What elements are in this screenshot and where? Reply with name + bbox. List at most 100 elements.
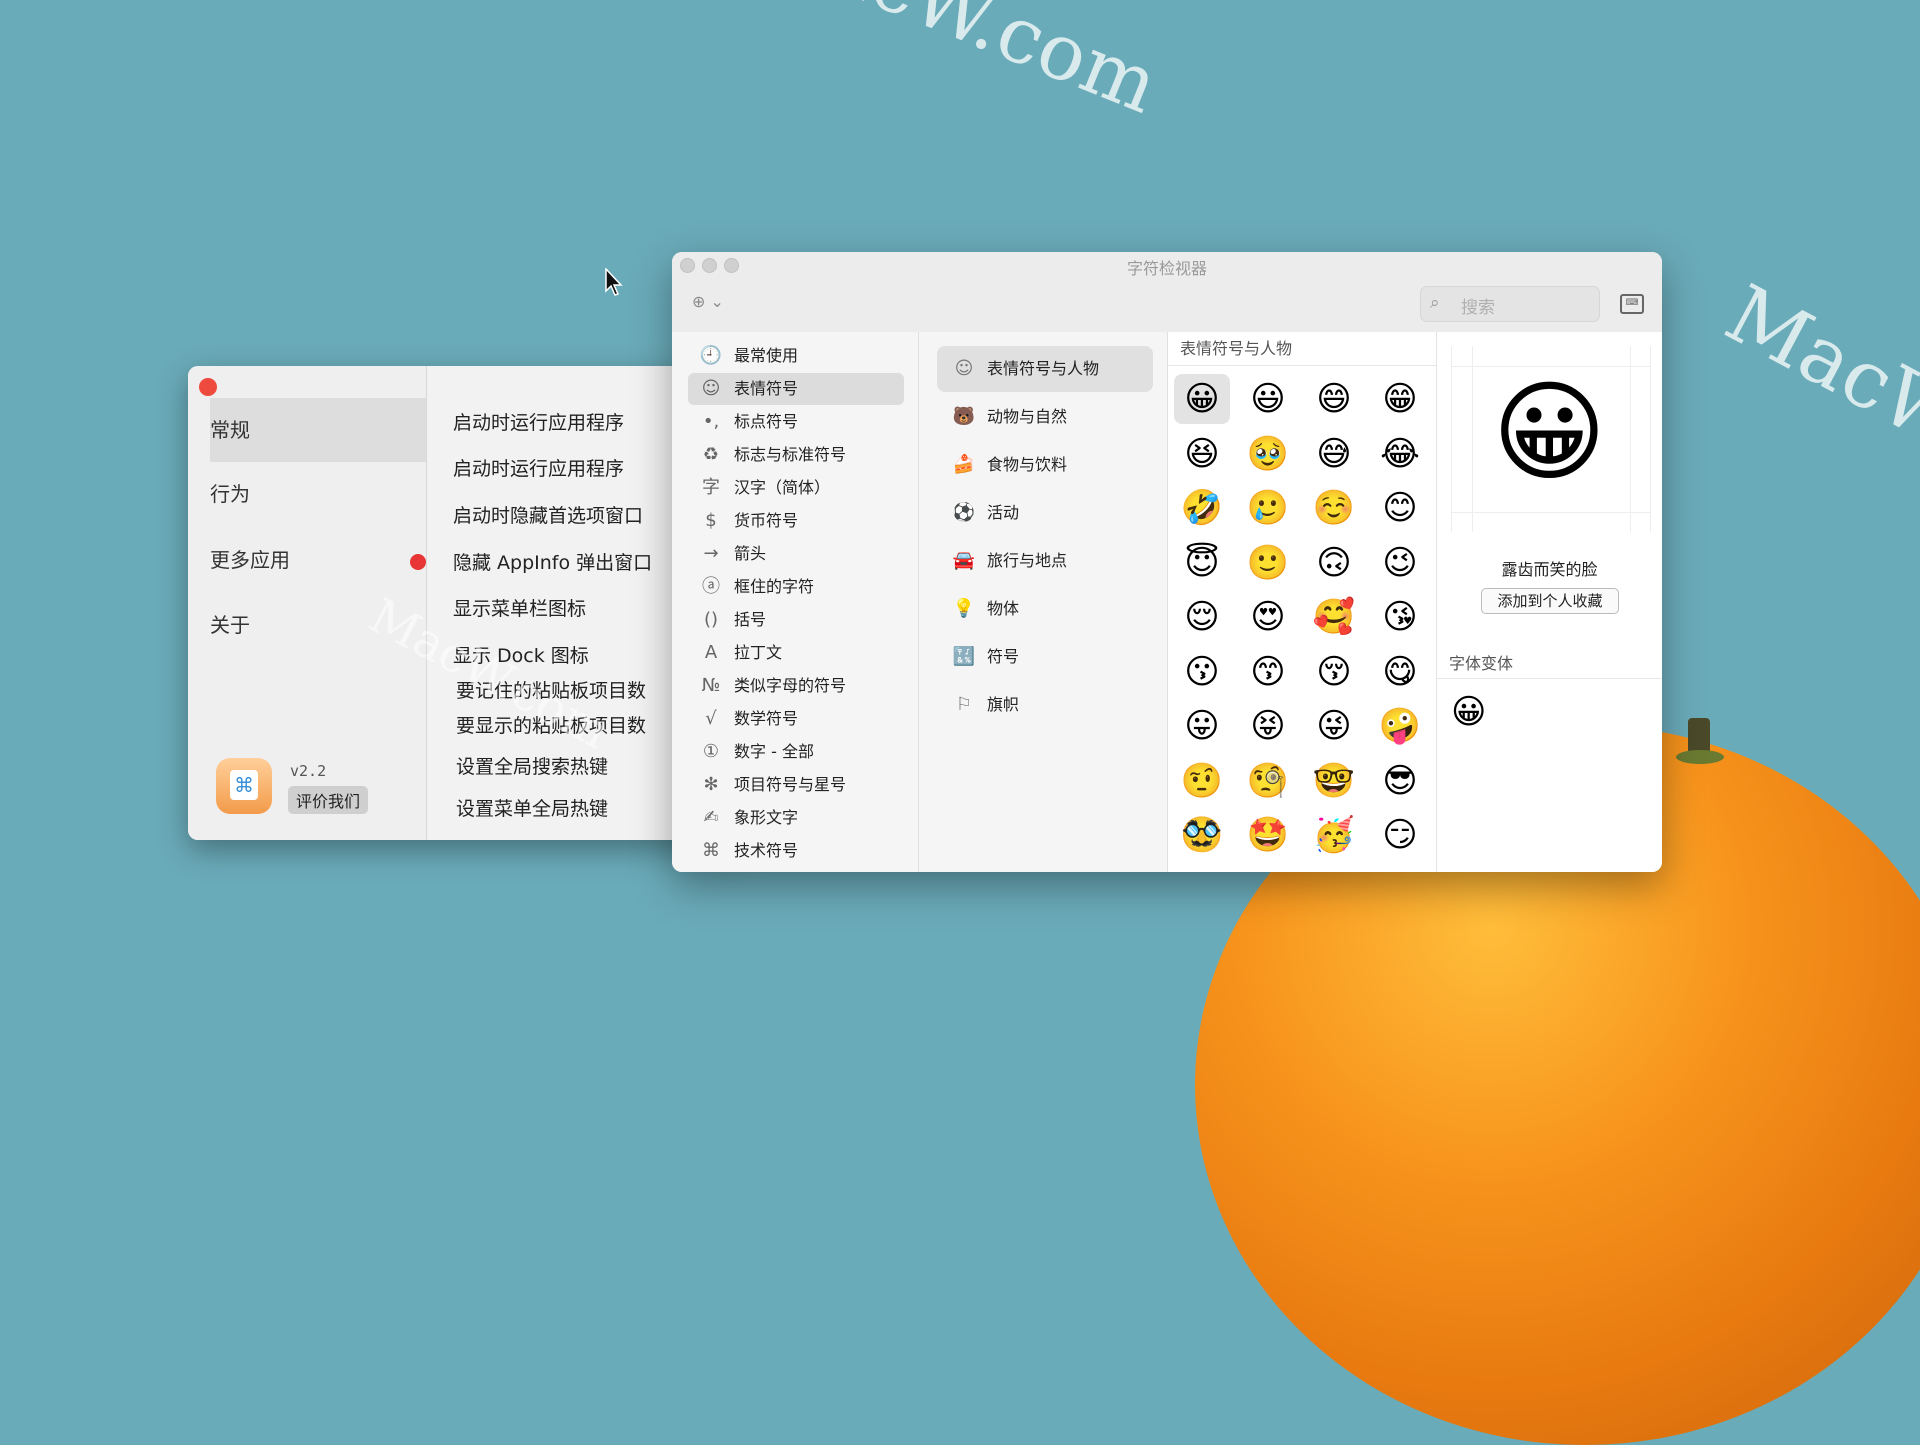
emoji-cell[interactable]: 😏 [1372, 810, 1428, 860]
subcategory-item[interactable]: 🔣 符号 [937, 634, 1153, 680]
subcategory-item[interactable]: 💡 物体 [937, 586, 1153, 632]
character-detail-pane: 😀 露齿而笑的脸 添加到个人收藏 字体变体 😀 [1437, 332, 1662, 872]
emoji-cell[interactable]: 😜 [1306, 701, 1362, 751]
emoji-cell[interactable]: ☺️ [1306, 483, 1362, 533]
emoji-cell[interactable]: 🤨 [1174, 756, 1230, 806]
subcategory-item[interactable]: 🍰 食物与饮料 [937, 442, 1153, 488]
character-name: 露齿而笑的脸 [1501, 560, 1598, 579]
recycle-icon: ♻ [702, 444, 720, 465]
emoji-cell[interactable]: 😛 [1174, 701, 1230, 751]
category-item[interactable]: ☺ 表情符号 [688, 373, 904, 405]
asterisk-icon: ✻ [703, 774, 719, 795]
option-label: 显示菜单栏图标 [453, 598, 587, 620]
emoji-cell[interactable]: 🥸 [1174, 810, 1230, 860]
category-label: 拉丁文 [734, 643, 783, 662]
emoji-cell[interactable]: 😍 [1240, 592, 1296, 642]
category-item[interactable]: ⓐ 框住的字符 [688, 571, 904, 603]
emoji-cell[interactable]: 😅 [1306, 429, 1362, 479]
search-field[interactable]: ⌕ 搜索 [1420, 286, 1600, 322]
category-item[interactable]: •, 标点符号 [688, 406, 904, 438]
emoji-cell[interactable]: 😆 [1174, 429, 1230, 479]
category-item[interactable]: √ 数学符号 [688, 703, 904, 735]
emoji-cell[interactable]: 🥲 [1240, 483, 1296, 533]
orange-stem-leaf [1676, 750, 1724, 764]
font-variant-item[interactable]: 😀 [1451, 692, 1486, 732]
emoji-cell[interactable]: 😃 [1240, 374, 1296, 424]
dollar-icon: $ [705, 510, 717, 531]
category-item[interactable]: ♻ 标志与标准符号 [688, 439, 904, 471]
emoji-cell[interactable]: 🧐 [1240, 756, 1296, 806]
emoji-cell[interactable]: 😇 [1174, 538, 1230, 588]
emoji-cell[interactable]: 😙 [1240, 647, 1296, 697]
category-label: 数学符号 [734, 709, 799, 728]
close-button[interactable] [199, 378, 217, 396]
emoji-cell[interactable]: 😘 [1372, 592, 1428, 642]
emoji-cell[interactable]: 😌 [1174, 592, 1230, 642]
hanzi-icon: 字 [702, 477, 720, 498]
subcategory-item[interactable]: 🐻 动物与自然 [937, 394, 1153, 440]
command-icon: ⌘ [702, 840, 720, 861]
smiley-icon: ☺ [701, 378, 721, 399]
emoji-cell[interactable]: 🥳 [1306, 810, 1362, 860]
emoji-cell[interactable]: 😄 [1306, 374, 1362, 424]
sidebar-item-more-apps[interactable]: 更多应用 [210, 528, 426, 592]
emoji-cell[interactable]: 🤪 [1372, 701, 1428, 751]
category-item[interactable]: ✍ 象形文字 [688, 802, 904, 834]
emoji-cell[interactable]: 🥰 [1306, 592, 1362, 642]
category-item[interactable]: () 括号 [688, 604, 904, 636]
watermark: MacW.c [1711, 266, 1920, 497]
subcategory-item[interactable]: 🚘 旅行与地点 [937, 538, 1153, 584]
character-viewer-window: 字符检视器 ⊕ ⌄ ⌕ 搜索 ⌨ 🕘 最常使用 ☺ 表情符号 •, 标点符号 ♻ 标志与标准符… [672, 252, 1662, 872]
emoji-cell[interactable]: 😁 [1372, 374, 1428, 424]
subcategory-list: ☺ 表情符号与人物 🐻 动物与自然 🍰 食物与饮料 ⚽ 活动 🚘 旅行与地点 💡 物体 🔣 符号 ⚐ 旗帜 [919, 332, 1168, 872]
search-placeholder: 搜索 [1461, 298, 1495, 318]
sidebar-item-behavior[interactable]: 行为 [210, 462, 426, 526]
category-label: 象形文字 [734, 808, 799, 827]
bear-icon: 🐻 [952, 406, 976, 427]
rate-us-button[interactable]: 评价我们 [288, 786, 369, 814]
category-label: 括号 [734, 610, 767, 629]
emoji-cell[interactable]: 😂 [1372, 429, 1428, 479]
category-item[interactable]: ⌘ 技术符号 [688, 835, 904, 867]
category-item[interactable]: 字汉字（简体） [688, 472, 904, 504]
category-item[interactable]: № 类似字母的符号 [688, 670, 904, 702]
subcategory-item[interactable]: ⚽ 活动 [937, 490, 1153, 536]
emoji-cell[interactable]: 😋 [1372, 647, 1428, 697]
emoji-cell[interactable]: 😚 [1306, 647, 1362, 697]
emoji-cell[interactable]: 🤓 [1306, 756, 1362, 806]
category-item[interactable]: 🕘 最常使用 [688, 340, 904, 372]
subcategory-item[interactable]: ⚐ 旗帜 [937, 682, 1153, 728]
category-item[interactable]: ✻ 项目符号与星号 [688, 769, 904, 801]
circled-one-icon: ① [702, 741, 720, 762]
option-label: 启动时隐藏首选项窗口 [453, 505, 644, 527]
emoji-cell[interactable]: 😉 [1372, 538, 1428, 588]
emoji-cell[interactable]: 🤣 [1174, 483, 1230, 533]
category-item[interactable]: $ 货币符号 [688, 505, 904, 537]
emoji-cell[interactable]: 😀 [1174, 374, 1230, 424]
category-item[interactable]: A 拉丁文 [688, 637, 904, 669]
pictograph-icon: ✍ [703, 807, 719, 828]
emoji-cell[interactable]: 😗 [1174, 647, 1230, 697]
emoji-cell[interactable]: 🤩 [1240, 810, 1296, 860]
action-menu-button[interactable]: ⊕ ⌄ [692, 292, 724, 311]
emoji-cell[interactable]: 😝 [1240, 701, 1296, 751]
divider [1437, 678, 1662, 679]
latin-a-icon: A [704, 642, 718, 663]
emoji-cell[interactable]: 🥹 [1240, 429, 1296, 479]
emoji-cell[interactable]: 🙂 [1240, 538, 1296, 588]
subcategory-item[interactable]: ☺ 表情符号与人物 [937, 346, 1153, 392]
emoji-cell[interactable]: 😎 [1372, 756, 1428, 806]
numero-icon: № [701, 675, 721, 696]
add-to-favorites-button[interactable]: 添加到个人收藏 [1481, 588, 1619, 614]
emoji-cell[interactable]: 😊 [1372, 483, 1428, 533]
subcategory-label: 动物与自然 [987, 407, 1068, 426]
notification-dot [410, 554, 426, 570]
enclosed-a-icon: ⓐ [702, 576, 720, 597]
category-item[interactable]: → 箭头 [688, 538, 904, 570]
emoji-cell[interactable]: 🙃 [1306, 538, 1362, 588]
app-logo: ⌘ [216, 758, 272, 814]
sidebar-item-general[interactable]: 常规 [210, 398, 426, 462]
car-icon: 🚘 [952, 550, 976, 571]
category-item[interactable]: ① 数字 - 全部 [688, 736, 904, 768]
keyboard-viewer-icon[interactable]: ⌨ [1620, 294, 1644, 314]
